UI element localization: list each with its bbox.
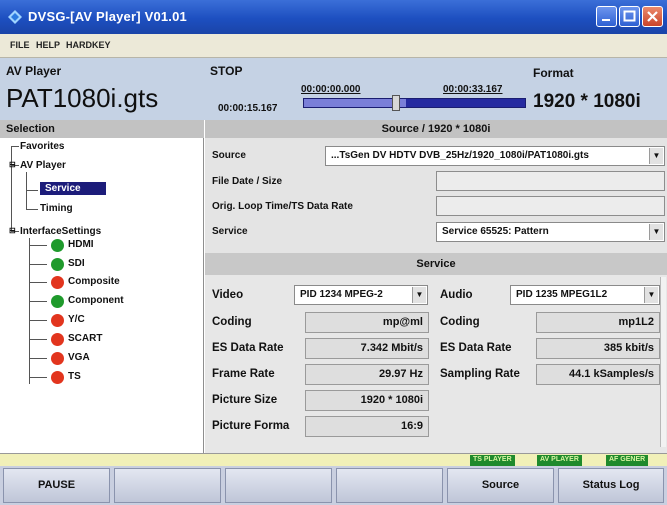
service-section: Video PID 1234 MPEG-2 ▼ Audio PID 1235 M… — [205, 275, 667, 453]
status-badge-ts-player: TS PLAYER — [470, 455, 515, 466]
video-es-rate-value: 7.342 Mbit/s — [305, 338, 429, 359]
service-scrollbar[interactable] — [660, 277, 666, 447]
service-section-header: Service — [205, 253, 667, 275]
video-coding-label: Coding — [212, 316, 252, 328]
menu-file[interactable]: FILE — [10, 40, 30, 50]
source-section: Source ...TsGen DV HDTV DVB_25Hz/1920_10… — [205, 138, 667, 253]
service-dropdown[interactable]: Service 65525: Pattern ▼ — [436, 222, 665, 242]
picture-format-value: 16:9 — [305, 416, 429, 437]
status-dot-red-icon — [51, 352, 64, 365]
menu-bar: FILE HELP HARDKEY — [0, 34, 667, 58]
minimize-icon[interactable] — [596, 6, 617, 27]
tree-item-sdi[interactable]: SDI — [68, 258, 85, 269]
collapse-icon[interactable]: ⊟ — [9, 226, 16, 235]
service-label: Service — [212, 226, 248, 237]
status-badge-af-gener: AF GENER — [606, 455, 649, 466]
format-value: 1920 * 1080i — [533, 91, 641, 112]
end-time[interactable]: 00:00:33.167 — [443, 84, 503, 95]
loop-time-field — [436, 196, 665, 216]
tree-item-scart[interactable]: SCART — [68, 333, 102, 344]
tree-item-component[interactable]: Component — [68, 295, 124, 306]
source-section-header: Source / 1920 * 1080i — [205, 120, 667, 138]
tree-item-av-player[interactable]: AV Player — [20, 160, 66, 171]
picture-size-label: Picture Size — [212, 394, 278, 406]
softkey-bar: PAUSE Source Status Log — [0, 466, 667, 505]
dropdown-arrow-icon[interactable]: ▼ — [412, 287, 426, 303]
tree-item-hdmi[interactable]: HDMI — [68, 239, 94, 250]
start-time[interactable]: 00:00:00.000 — [301, 84, 361, 95]
softkey-2-button[interactable] — [114, 468, 221, 503]
selection-header: Selection — [0, 120, 204, 138]
audio-pid-value: PID 1235 MPEG1L2 — [516, 289, 608, 300]
dropdown-arrow-icon[interactable]: ▼ — [649, 224, 663, 240]
playback-progress-bar[interactable] — [303, 98, 526, 108]
file-name: PAT1080i.gts — [6, 83, 159, 113]
picture-size-value: 1920 * 1080i — [305, 390, 429, 411]
player-label: AV Player — [6, 64, 62, 78]
video-label: Video — [212, 289, 244, 301]
file-date-label: File Date / Size — [212, 176, 283, 187]
status-dot-red-icon — [51, 371, 64, 384]
window-title: DVSG-[AV Player] V01.01 — [28, 9, 187, 24]
file-date-field — [436, 171, 665, 191]
sampling-rate-value: 44.1 kSamples/s — [536, 364, 660, 385]
selection-tree: Favorites ⊟ AV Player Service Timing ⊟ I… — [0, 138, 204, 453]
tree-item-timing[interactable]: Timing — [40, 203, 73, 214]
video-pid-dropdown[interactable]: PID 1234 MPEG-2 ▼ — [294, 285, 428, 305]
picture-format-label: Picture Forma — [212, 420, 290, 432]
collapse-icon[interactable]: ⊟ — [9, 160, 16, 169]
current-time: 00:00:15.167 — [218, 103, 278, 114]
video-pid-value: PID 1234 MPEG-2 — [300, 289, 383, 300]
source-label: Source — [212, 150, 246, 161]
maximize-icon[interactable] — [619, 6, 640, 27]
audio-pid-dropdown[interactable]: PID 1235 MPEG1L2 ▼ — [510, 285, 660, 305]
status-dot-red-icon — [51, 314, 64, 327]
softkey-3-button[interactable] — [225, 468, 332, 503]
tree-item-yc[interactable]: Y/C — [68, 314, 85, 325]
status-dot-green-icon — [51, 295, 64, 308]
service-value: Service 65525: Pattern — [442, 226, 549, 237]
play-state: STOP — [210, 64, 243, 78]
diamond-app-icon — [8, 10, 22, 24]
frame-rate-label: Frame Rate — [212, 368, 275, 380]
audio-coding-value: mp1L2 — [536, 312, 660, 333]
audio-coding-label: Coding — [440, 316, 480, 328]
status-dot-green-icon — [51, 239, 64, 252]
menu-hardkey[interactable]: HARDKEY — [66, 40, 111, 50]
status-log-button[interactable]: Status Log — [558, 468, 664, 503]
status-badge-av-player: AV PLAYER — [537, 455, 582, 466]
video-es-rate-label: ES Data Rate — [212, 342, 284, 354]
dropdown-arrow-icon[interactable]: ▼ — [644, 287, 658, 303]
title-bar: DVSG-[AV Player] V01.01 — [0, 0, 667, 34]
source-button[interactable]: Source — [447, 468, 554, 503]
status-strip: TS PLAYER AV PLAYER AF GENER — [0, 453, 667, 466]
status-dot-green-icon — [51, 258, 64, 271]
status-dot-red-icon — [51, 333, 64, 346]
sampling-rate-label: Sampling Rate — [440, 368, 520, 380]
tree-item-composite[interactable]: Composite — [68, 276, 120, 287]
player-header: AV Player PAT1080i.gts STOP 00:00:15.167… — [0, 58, 667, 120]
audio-label: Audio — [440, 289, 473, 301]
source-dropdown[interactable]: ...TsGen DV HDTV DVB_25Hz/1920_1080i/PAT… — [325, 146, 665, 166]
tree-item-ts[interactable]: TS — [68, 371, 81, 382]
menu-help[interactable]: HELP — [36, 40, 60, 50]
format-label: Format — [533, 66, 574, 80]
status-dot-red-icon — [51, 276, 64, 289]
tree-item-interface-settings[interactable]: InterfaceSettings — [20, 226, 101, 237]
tree-item-favorites[interactable]: Favorites — [20, 141, 64, 152]
softkey-4-button[interactable] — [336, 468, 443, 503]
source-value: ...TsGen DV HDTV DVB_25Hz/1920_1080i/PAT… — [331, 150, 589, 161]
close-icon[interactable] — [642, 6, 663, 27]
frame-rate-value: 29.97 Hz — [305, 364, 429, 385]
audio-es-rate-label: ES Data Rate — [440, 342, 512, 354]
loop-time-label: Orig. Loop Time/TS Data Rate — [212, 201, 353, 212]
tree-item-vga[interactable]: VGA — [68, 352, 90, 363]
audio-es-rate-value: 385 kbit/s — [536, 338, 660, 359]
dropdown-arrow-icon[interactable]: ▼ — [649, 148, 663, 164]
playback-progress-fill — [304, 99, 406, 107]
pause-button[interactable]: PAUSE — [3, 468, 110, 503]
video-coding-value: mp@ml — [305, 312, 429, 333]
tree-item-service[interactable]: Service — [40, 182, 106, 195]
playback-slider-handle[interactable] — [392, 95, 400, 111]
